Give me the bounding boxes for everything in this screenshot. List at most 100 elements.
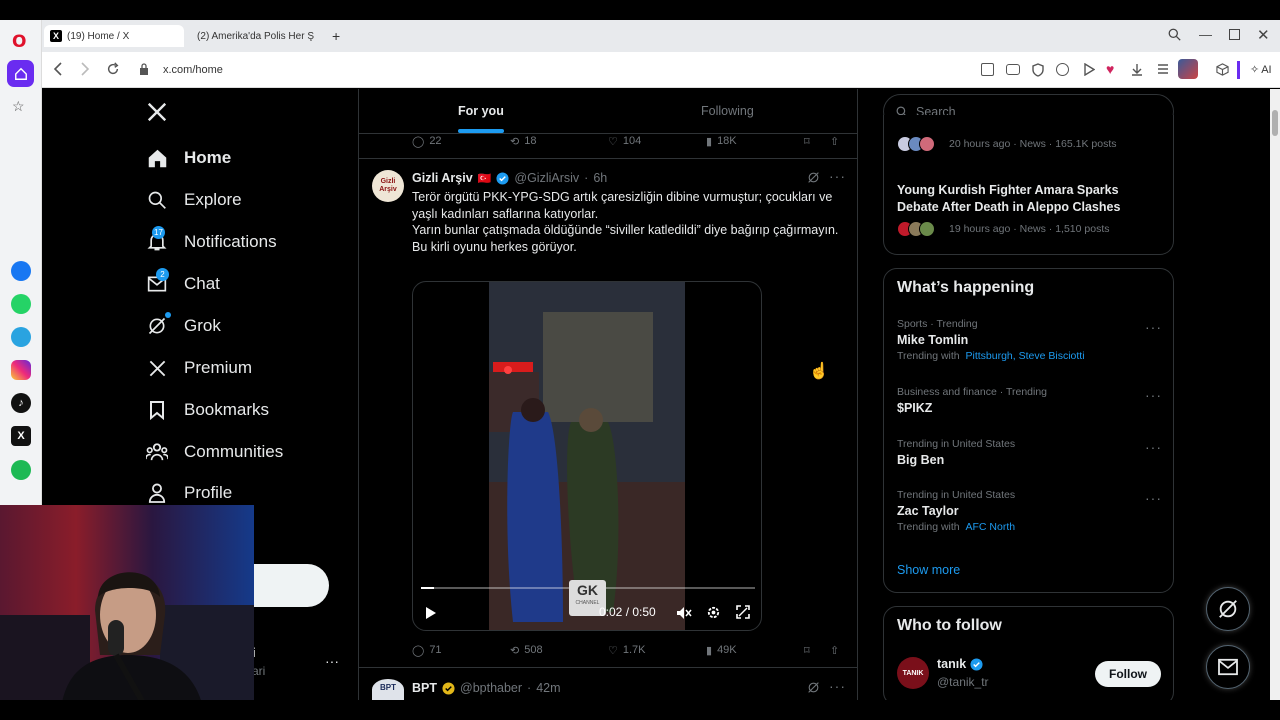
reply-button[interactable]: ◯ 71 [412,644,442,657]
pinboard-star-icon[interactable]: ☆ [12,98,25,115]
speed-dial-home-icon[interactable] [7,60,34,87]
tweet-avatar[interactable]: BPT [372,679,404,700]
news-item[interactable]: 19 hours ago · News · 1,510 posts [897,221,1110,237]
play-icon[interactable] [1083,63,1095,76]
trend-more-icon[interactable]: ··· [1145,490,1162,506]
grok-float-button[interactable] [1206,587,1250,631]
page-scrollbar[interactable] [1270,89,1280,700]
author-handle[interactable]: @bpthaber [460,681,522,695]
spotify-icon[interactable] [11,460,31,480]
ai-button[interactable]: ✧ AI [1250,63,1272,77]
tab-title: (19) Home / X [67,30,130,42]
bookmark-icon[interactable]: ⌑ [804,135,810,148]
tab-search-icon[interactable] [1168,28,1181,41]
browser-tab[interactable]: (2) Amerika'da Polis Her Ş [186,25,320,47]
bookmark-icon[interactable]: ⌑ [804,644,810,657]
trend-with: Trending with Pittsburgh, Steve Bisciott… [897,350,1085,362]
trend-item[interactable]: Business and finance · Trending $PIKZ [897,386,1162,415]
trend-name: $PIKZ [897,401,933,415]
forward-button[interactable] [80,62,90,76]
more-options-icon[interactable]: ··· [829,168,846,184]
mute-button[interactable] [676,606,692,620]
x-sidebar-icon[interactable]: X [11,426,31,446]
nav-communities[interactable]: Communities [146,441,283,463]
author-name[interactable]: Gizli Arşiv [412,171,473,185]
more-options-icon[interactable]: ··· [829,678,846,694]
nav-chat[interactable]: 2 Chat [146,268,220,295]
tiktok-icon[interactable]: ♪ [11,393,31,413]
scrollbar-thumb[interactable] [1272,110,1278,136]
author-handle[interactable]: @GizliArsiv [514,171,579,185]
tweet-time[interactable]: 42m [536,681,560,695]
edit-icon[interactable] [981,63,994,76]
cube-icon[interactable] [1216,63,1229,76]
show-more-link[interactable]: Show more [897,563,960,577]
account-more-icon[interactable]: ··· [325,653,339,671]
nav-notifications[interactable]: 17 Notifications [146,226,277,253]
browser-tab-active[interactable]: X (19) Home / X [44,25,184,47]
nav-explore[interactable]: Explore [146,189,242,211]
like-button[interactable]: ♡ 104 [608,135,641,148]
trend-more-icon[interactable]: ··· [1145,387,1162,403]
views-button[interactable]: ▮ 49K [706,644,737,657]
whatsapp-icon[interactable] [11,294,31,314]
nav-premium[interactable]: Premium [146,357,252,379]
close-button[interactable]: ✕ [1257,26,1270,44]
tab-for-you[interactable]: For you [458,104,504,118]
messenger-icon[interactable] [11,261,31,281]
trend-item[interactable]: Trending in United States Zac Taylor Tre… [897,489,1162,533]
follow-avatar[interactable]: TANIK [897,657,929,689]
heart-icon[interactable]: ♥ [1106,61,1114,77]
opera-logo-icon[interactable]: O [12,32,26,52]
like-button[interactable]: ♡ 1.7K [608,644,646,657]
reload-button[interactable] [106,62,120,76]
settings-gear-icon[interactable] [706,605,721,620]
reply-button[interactable]: ◯ 22 [412,135,442,148]
nav-bookmarks[interactable]: Bookmarks [146,399,269,421]
follow-name-row[interactable]: tanık [937,657,983,671]
trend-name: Zac Taylor [897,504,959,518]
grok-icon[interactable] [807,171,820,184]
nav-home[interactable]: Home [146,147,231,169]
minimize-button[interactable]: — [1199,27,1212,42]
follow-button[interactable]: Follow [1095,661,1161,687]
camera-icon[interactable] [1006,64,1020,75]
nav-grok[interactable]: Grok [146,312,221,337]
telegram-icon[interactable] [11,327,31,347]
news-avatars [897,136,935,152]
video-player[interactable]: GK CHANNEL 0:02 / 0:50 [412,281,762,631]
download-icon[interactable] [1131,63,1143,76]
x-logo-icon[interactable] [146,101,168,123]
back-button[interactable] [53,62,63,76]
lock-icon[interactable] [139,63,149,75]
trend-item[interactable]: Trending in United States Big Ben [897,438,1162,467]
news-title[interactable]: Young Kurdish Fighter Amara Sparks Debat… [897,182,1162,216]
author-name[interactable]: BPT [412,681,437,695]
share-icon[interactable]: ⇧ [830,135,839,148]
trend-more-icon[interactable]: ··· [1145,319,1162,335]
instagram-icon[interactable] [11,360,31,380]
nav-profile[interactable]: Profile [146,482,232,504]
repost-button[interactable]: ⟲ 508 [510,644,543,657]
fullscreen-button[interactable] [736,605,750,619]
grok-icon[interactable] [807,681,820,694]
news-item[interactable]: 20 hours ago · News · 165.1K posts [897,136,1117,152]
tweet-avatar[interactable]: Gizli Arşiv [372,170,404,202]
messages-float-button[interactable] [1206,645,1250,689]
vpn-icon[interactable] [1056,63,1069,76]
repost-button[interactable]: ⟲ 18 [510,135,536,148]
maximize-button[interactable] [1229,29,1240,40]
views-button[interactable]: ▮ 18K [706,135,737,148]
repost-icon: ⟲ [510,644,520,657]
shield-icon[interactable] [1032,63,1044,77]
user-avatar-icon[interactable] [1178,59,1198,79]
menu-icon[interactable] [1157,63,1169,75]
trend-more-icon[interactable]: ··· [1145,439,1162,455]
play-button[interactable] [425,606,437,620]
url-field[interactable]: x.com/home [163,64,223,76]
tab-following[interactable]: Following [701,104,754,118]
new-tab-button[interactable]: + [332,28,340,44]
trend-item[interactable]: Sports · Trending Mike Tomlin Trending w… [897,318,1162,362]
share-icon[interactable]: ⇧ [830,644,839,657]
tweet-time[interactable]: 6h [593,171,607,185]
